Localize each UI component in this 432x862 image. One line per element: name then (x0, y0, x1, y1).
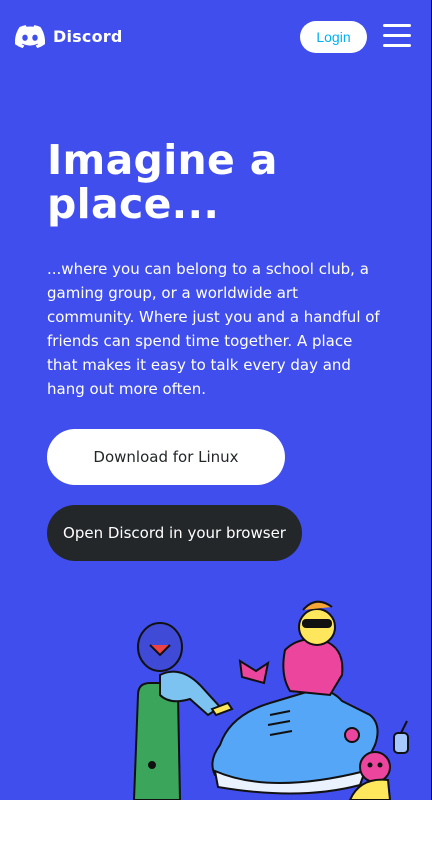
hero-section: Discord Login Imagine a place... ...wher… (0, 0, 432, 800)
below-hero-area (0, 800, 432, 862)
discord-logo[interactable]: Discord (15, 25, 123, 48)
download-button[interactable]: Download for Linux (47, 429, 285, 485)
open-in-browser-button[interactable]: Open Discord in your browser (47, 505, 302, 561)
friends-hanging-out-illustration (132, 600, 409, 800)
download-label: Download for Linux (93, 448, 239, 466)
hero-description: ...where you can belong to a school club… (47, 260, 380, 398)
hero-title: Imagine a place... (47, 136, 278, 228)
brand-name: Discord (53, 27, 123, 46)
browser-label: Open Discord in your browser (63, 524, 286, 542)
login-label: Login (316, 29, 351, 45)
login-button[interactable]: Login (300, 21, 367, 53)
discord-logo-icon (15, 25, 45, 48)
hamburger-menu-icon[interactable] (383, 24, 411, 48)
top-nav: Discord Login (0, 0, 431, 76)
